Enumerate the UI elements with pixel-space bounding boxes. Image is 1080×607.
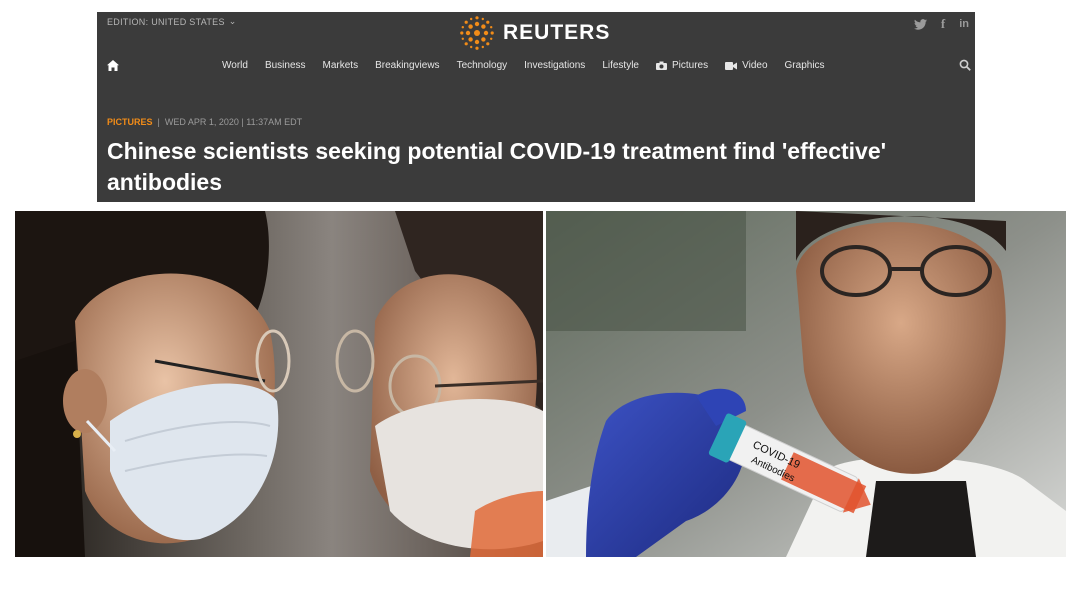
nav-item-breakingviews[interactable]: Breakingviews xyxy=(375,60,439,71)
nav-label: Business xyxy=(264,60,306,71)
nav-label: Pictures xyxy=(672,60,709,71)
nav-items: World Business Markets Breakingviews Tec… xyxy=(222,60,842,71)
main-nav: World Business Markets Breakingviews Tec… xyxy=(97,58,975,78)
chevron-down-icon: ⌄ xyxy=(228,16,237,26)
facebook-icon[interactable]: f xyxy=(941,16,945,32)
nav-label: Technology xyxy=(456,60,508,71)
nav-label: Video xyxy=(742,60,768,71)
social-links: f in xyxy=(913,16,969,32)
reuters-wordmark: REUTERS xyxy=(503,21,611,44)
nav-label: Graphics xyxy=(784,60,825,71)
nav-item-markets[interactable]: Markets xyxy=(323,60,359,71)
search-icon[interactable] xyxy=(959,58,971,76)
reuters-logo[interactable]: REUTERS xyxy=(459,16,610,50)
nav-item-video[interactable]: Video xyxy=(725,60,768,71)
reuters-header: EDITION: UNITED STATES ⌄ REUTERS f in Wo… xyxy=(97,12,975,202)
linkedin-icon[interactable]: in xyxy=(959,18,969,30)
nav-label: Lifestyle xyxy=(602,60,639,71)
article-date: WED APR 1, 2020 | 11:37AM EDT xyxy=(164,117,303,127)
photo-masked-scientists xyxy=(15,211,543,557)
article-headline: Chinese scientists seeking potential COV… xyxy=(107,138,887,195)
masked-scientists-image xyxy=(15,211,543,557)
nav-item-graphics[interactable]: Graphics xyxy=(785,60,825,71)
nav-label: Breakingviews xyxy=(375,60,440,71)
home-icon[interactable] xyxy=(107,58,119,76)
article-meta: PICTURES | WED APR 1, 2020 | 11:37AM EDT xyxy=(107,117,302,127)
nav-label: World xyxy=(222,60,248,71)
twitter-icon[interactable] xyxy=(913,18,927,30)
antibody-tube-image: COVID-19 Antibodies xyxy=(546,211,1066,557)
nav-item-pictures[interactable]: Pictures xyxy=(656,60,708,71)
reuters-dots-icon xyxy=(460,16,494,50)
article-category[interactable]: PICTURES xyxy=(107,117,153,127)
edition-label: EDITION: UNITED STATES xyxy=(107,16,225,27)
edition-selector[interactable]: EDITION: UNITED STATES ⌄ xyxy=(107,16,237,27)
nav-item-technology[interactable]: Technology xyxy=(457,60,508,71)
nav-item-lifestyle[interactable]: Lifestyle xyxy=(602,60,639,71)
photo-antibody-tube: COVID-19 Antibodies xyxy=(546,211,1066,557)
camera-icon xyxy=(656,61,667,70)
video-camera-icon xyxy=(725,61,738,70)
nav-item-investigations[interactable]: Investigations xyxy=(524,60,585,71)
nav-item-world[interactable]: World xyxy=(222,60,248,71)
nav-item-business[interactable]: Business xyxy=(265,60,306,71)
nav-label: Investigations xyxy=(524,60,586,71)
nav-label: Markets xyxy=(322,60,359,71)
meta-separator: | xyxy=(157,117,160,127)
